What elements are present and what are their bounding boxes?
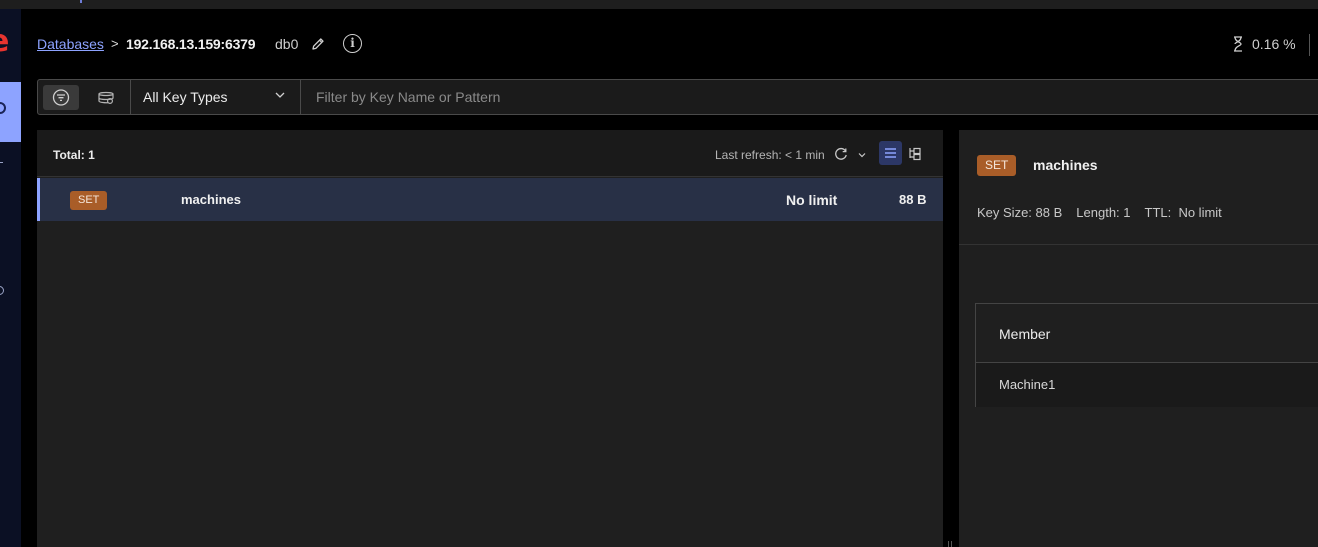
tree-view-button[interactable] [904,141,926,165]
logo-icon[interactable]: e [0,27,9,57]
key-type-select[interactable]: All Key Types [131,80,299,114]
members-table-header: Member [976,304,1318,363]
left-navigation: e [0,9,21,547]
cpu-usage-value: 0.16 % [1252,36,1296,52]
detail-ttl: TTL: No limit [1144,205,1222,220]
tab-indicator [80,0,82,3]
nav-item-workbench[interactable] [0,162,3,163]
key-list-header: Total: 1 Last refresh: < 1 min [37,130,943,177]
list-view-icon [885,148,896,158]
panel-resize-handle[interactable] [948,541,952,547]
table-row[interactable]: Machine1 [976,363,1318,407]
key-size: 88 B [899,192,927,207]
search-mode-button[interactable] [88,85,124,110]
last-refresh-label: Last refresh: < 1 min [715,148,825,162]
breadcrumb-host: 192.168.13.159:6379 [126,36,256,52]
breadcrumb-databases-link[interactable]: Databases [37,36,104,52]
db-name: db0 [275,36,299,52]
chevron-down-icon[interactable] [857,150,867,160]
page-header: Databases > 192.168.13.159:6379 db0 i 0.… [21,9,1318,79]
refresh-icon[interactable] [834,147,848,161]
filter-mode-button[interactable] [43,85,79,110]
cpu-icon [1234,36,1242,52]
members-table: Member Machine1 [975,303,1318,407]
tree-view-icon [909,147,921,161]
member-column-header: Member [999,326,1051,342]
search-icon [98,91,114,105]
key-filter-input[interactable] [301,81,1318,113]
pencil-icon[interactable] [311,37,325,51]
list-view-button[interactable] [879,141,902,165]
key-list-panel: Total: 1 Last refresh: < 1 min SET machi… [37,130,943,547]
key-ttl: No limit [786,192,838,208]
detail-length: Length: 1 [1076,205,1131,220]
chevron-down-icon [275,92,285,98]
detail-meta: Key Size: 88 B Length: 1 TTL: No limit [977,205,1236,220]
key-name: machines [181,192,241,207]
member-value: Machine1 [999,377,1056,392]
info-icon[interactable]: i [343,34,362,53]
key-type-label: All Key Types [143,89,228,105]
filter-icon [52,89,70,106]
detail-key-name: machines [1033,157,1098,173]
total-keys: Total: 1 [53,148,95,162]
detail-type-badge: SET [977,155,1017,176]
breadcrumb-separator: > [111,36,119,51]
key-row[interactable]: SET machines No limit 88 B [37,178,943,221]
window-top-strip [0,0,1318,9]
nav-item-analysis[interactable] [0,286,4,295]
detail-key-size: Key Size: 88 B [977,205,1063,220]
key-details-panel: SET machines Key Size: 88 B Length: 1 TTL:… [959,130,1318,547]
header-divider [1309,34,1310,56]
key-type-badge: SET [70,191,108,210]
detail-divider [959,244,1318,245]
browser-icon [0,102,6,114]
filter-bar: All Key Types [37,79,1318,115]
nav-item-browser[interactable] [0,82,21,142]
